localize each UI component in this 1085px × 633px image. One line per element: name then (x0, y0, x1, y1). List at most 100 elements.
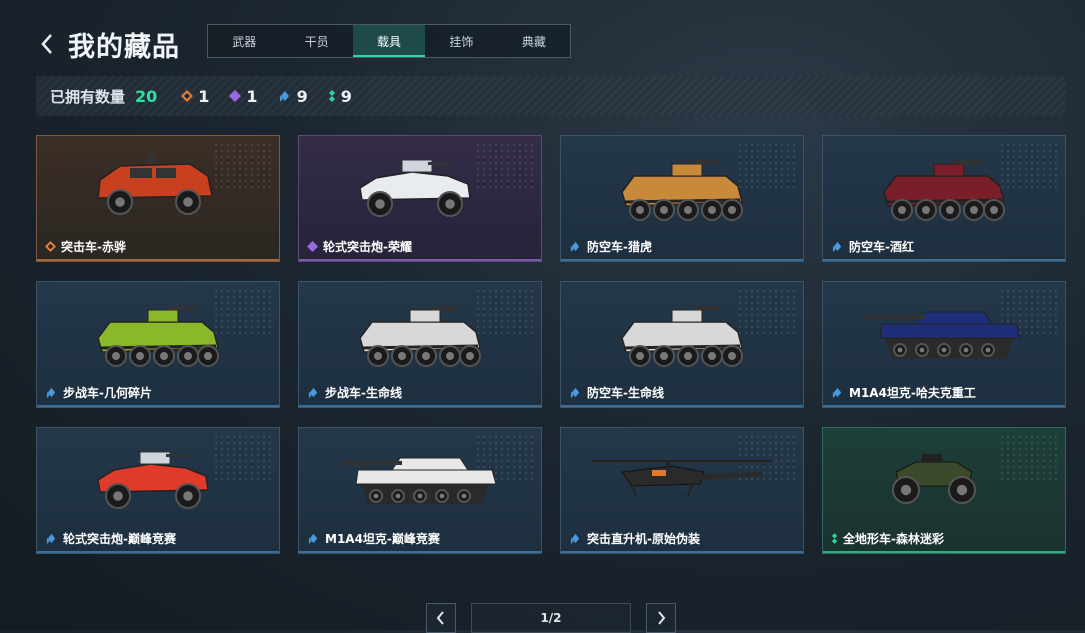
blue-rarity-icon (46, 533, 56, 544)
vehicle-name: 步战车-几何碎片 (45, 384, 152, 401)
orange-rarity-icon (45, 241, 56, 252)
tab-charms[interactable]: 挂饰 (425, 25, 497, 57)
rarity-bar (561, 551, 803, 553)
apc-vehicle-image (97, 306, 219, 367)
vehicle-name: M1A4坦克-巅峰竞赛 (307, 530, 440, 547)
vehicle-card[interactable]: 轮式突击炮-巅峰竞赛 (36, 427, 280, 554)
vehicle-name-text: M1A4坦克-哈夫克重工 (849, 386, 976, 400)
vehicle-name: 突击直升机-原始伪装 (569, 530, 700, 547)
apc-vehicle-image (621, 160, 743, 221)
atv-vehicle-image (892, 454, 976, 504)
tab-vehicles[interactable]: 载具 (352, 25, 426, 57)
vehicle-name-text: 防空车-猎虎 (587, 240, 652, 254)
vehicle-card[interactable]: 突击直升机-原始伪装 (560, 427, 804, 554)
rarity-bar (299, 259, 541, 261)
rarity-bar (823, 551, 1065, 553)
apc-vehicle-image (359, 306, 481, 367)
green-rarity-icon (831, 533, 838, 544)
vehicle-grid: 突击车-赤骅 轮式突击炮-荣耀 防空车-猎虎 防空车-酒红 步战车-几何碎片 步… (36, 135, 1066, 554)
rarity-count-value: 1 (198, 86, 210, 106)
purple-rarity-icon (229, 90, 242, 102)
vehicle-card[interactable]: M1A4坦克-哈夫克重工 (822, 281, 1066, 408)
green-rarity-icon (328, 90, 335, 102)
rarity-bar (561, 405, 803, 407)
rarity-bar (299, 551, 541, 553)
blue-rarity-icon (832, 241, 842, 252)
heli-vehicle-image (592, 460, 772, 497)
rarity-count-blue: 9 (278, 87, 308, 106)
vehicle-card[interactable]: 防空车-猎虎 (560, 135, 804, 262)
rarity-bar (823, 405, 1065, 407)
vehicle-name-text: 突击直升机-原始伪装 (587, 532, 700, 546)
rarity-bar (561, 259, 803, 261)
vehicle-name-text: 突击车-赤骅 (61, 240, 126, 254)
buggy-vehicle-image (97, 451, 209, 509)
rarity-count-value: 9 (296, 86, 308, 106)
rarity-count-green: 9 (328, 87, 352, 106)
vehicle-name-text: 步战车-生命线 (325, 386, 402, 400)
vehicle-card[interactable]: 步战车-几何碎片 (36, 281, 280, 408)
vehicle-card[interactable]: M1A4坦克-巅峰竞赛 (298, 427, 542, 554)
vehicle-name-text: M1A4坦克-巅峰竞赛 (325, 532, 440, 546)
blue-rarity-icon (570, 241, 580, 252)
tab-weapons[interactable]: 武器 (208, 25, 280, 57)
vehicle-name: M1A4坦克-哈夫克重工 (831, 384, 976, 401)
pagination: 1/2 (426, 603, 676, 633)
vehicle-name-text: 轮式突击炮-荣耀 (323, 240, 412, 254)
owned-total: 20 (135, 86, 158, 106)
orange-rarity-icon (181, 90, 194, 102)
chevron-left-icon (41, 34, 52, 54)
chevron-left-icon (436, 611, 444, 625)
page-indicator: 1/2 (471, 603, 631, 633)
tab-operators[interactable]: 干员 (280, 25, 352, 57)
back-button[interactable] (36, 29, 58, 59)
next-page-button[interactable] (646, 603, 676, 633)
rarity-count-value: 1 (246, 86, 258, 106)
vehicle-name-text: 轮式突击炮-巅峰竞赛 (63, 532, 176, 546)
vehicle-card[interactable]: 突击车-赤骅 (36, 135, 280, 262)
rarity-bar (299, 405, 541, 407)
blue-rarity-icon (279, 91, 289, 102)
vehicle-name: 突击车-赤骅 (45, 238, 126, 255)
vehicle-name: 防空车-猎虎 (569, 238, 652, 255)
vehicle-card[interactable]: 全地形车-森林迷彩 (822, 427, 1066, 554)
suv-vehicle-image (97, 154, 213, 215)
vehicle-name-text: 防空车-生命线 (587, 386, 664, 400)
vehicle-name: 步战车-生命线 (307, 384, 402, 401)
apc-vehicle-image (621, 306, 743, 367)
vehicle-card[interactable]: 防空车-酒红 (822, 135, 1066, 262)
blue-rarity-icon (832, 387, 842, 398)
vehicle-name: 轮式突击炮-荣耀 (307, 238, 412, 255)
prev-page-button[interactable] (426, 603, 456, 633)
rarity-bar (823, 259, 1065, 261)
chevron-right-icon (658, 611, 666, 625)
rarity-bar (37, 551, 279, 553)
blue-rarity-icon (570, 533, 580, 544)
blue-rarity-icon (570, 387, 580, 398)
category-tabs: 武器 干员 载具 挂饰 典藏 (207, 24, 571, 58)
rarity-count-orange: 1 (181, 87, 209, 106)
blue-rarity-icon (308, 387, 318, 398)
rarity-bar (37, 259, 279, 261)
page-title: 我的藏品 (68, 31, 180, 63)
vehicle-name: 防空车-生命线 (569, 384, 664, 401)
vehicle-card[interactable]: 步战车-生命线 (298, 281, 542, 408)
apc-vehicle-image (883, 160, 1005, 221)
tab-collection[interactable]: 典藏 (498, 25, 570, 57)
vehicle-card[interactable]: 防空车-生命线 (560, 281, 804, 408)
blue-rarity-icon (46, 387, 56, 398)
vehicle-name-text: 全地形车-森林迷彩 (843, 532, 944, 546)
rarity-bar (37, 405, 279, 407)
vehicle-name: 全地形车-森林迷彩 (831, 530, 944, 547)
rarity-count-purple: 1 (229, 86, 258, 106)
owned-stats-bar: 已拥有数量 20 1 1 9 9 (36, 76, 1066, 116)
tank-vehicle-image (864, 311, 1021, 358)
vehicle-card[interactable]: 轮式突击炮-荣耀 (298, 135, 542, 262)
vehicle-name: 防空车-酒红 (831, 238, 914, 255)
tank-vehicle-image (340, 457, 497, 504)
vehicle-name: 轮式突击炮-巅峰竞赛 (45, 530, 176, 547)
blue-rarity-icon (308, 533, 318, 544)
purple-rarity-icon (307, 241, 318, 252)
buggy-vehicle-image (359, 159, 471, 217)
rarity-count-value: 9 (340, 86, 352, 106)
